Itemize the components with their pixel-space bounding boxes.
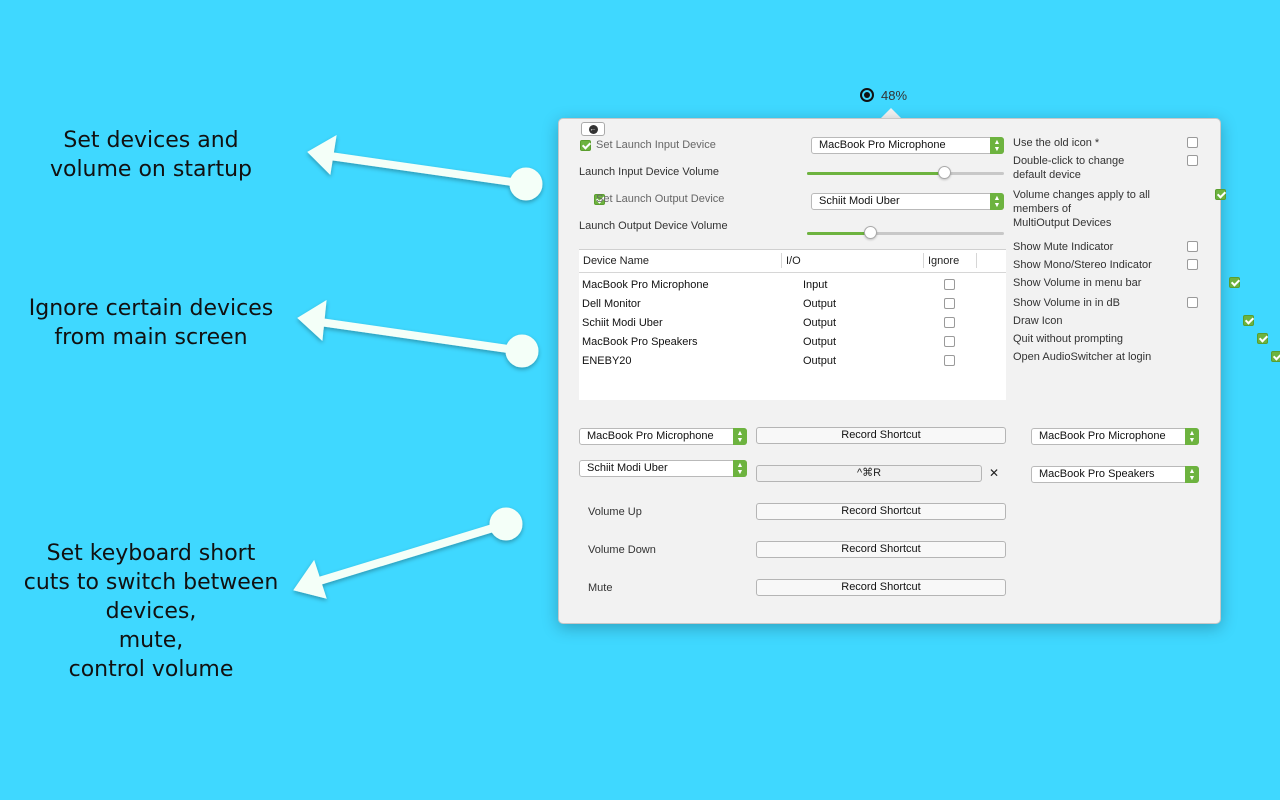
- option-volume-menubar-label: Show Volume in menu bar: [1013, 277, 1142, 289]
- option-open-at-login-label: Open AudioSwitcher at login: [1013, 351, 1152, 363]
- column-separator: [923, 253, 924, 268]
- arrow-ignore: [297, 300, 539, 368]
- slider-fill: [807, 172, 945, 175]
- device-table-header: Device Name I/O Ignore: [579, 250, 1006, 273]
- slider-knob[interactable]: [938, 166, 952, 179]
- option-quit-without-prompting-checkbox[interactable]: [1257, 333, 1269, 344]
- launch-input-volume-label: Launch Input Device Volume: [579, 166, 720, 178]
- launch-output-volume-label: Launch Output Device Volume: [579, 220, 728, 232]
- shortcut-1-record-button[interactable]: Record Shortcut: [756, 427, 1006, 444]
- volume-up-label: Volume Up: [588, 506, 642, 518]
- device-io: Output: [803, 336, 837, 348]
- option-mono-stereo-label: Show Mono/Stereo Indicator: [1013, 259, 1152, 271]
- shortcut-1-device-value: MacBook Pro Microphone: [587, 430, 714, 442]
- clear-shortcut-icon[interactable]: ✕: [989, 466, 999, 480]
- table-row[interactable]: ENEBY20 Output: [579, 351, 1006, 370]
- volume-up-record-button[interactable]: Record Shortcut: [756, 503, 1006, 520]
- device-name: Dell Monitor: [582, 298, 641, 310]
- device-name: Schiit Modi Uber: [582, 317, 663, 329]
- column-header-io[interactable]: I/O: [786, 255, 801, 267]
- ignore-checkbox[interactable]: [944, 279, 955, 290]
- column-header-device-name[interactable]: Device Name: [583, 255, 649, 267]
- ignore-checkbox[interactable]: [944, 317, 955, 328]
- launch-output-device-value: Schiit Modi Uber: [819, 195, 900, 207]
- option-volume-multioutput-checkbox[interactable]: [1215, 189, 1227, 200]
- mute-label: Mute: [588, 582, 613, 594]
- shortcut-2-recorded-field[interactable]: ^⌘R: [756, 465, 982, 482]
- ignore-checkbox[interactable]: [944, 336, 955, 347]
- device-io: Output: [803, 317, 837, 329]
- column-separator: [781, 253, 782, 268]
- chevron-updown-icon: ▲ ▼: [990, 137, 1004, 154]
- shortcut-2-target-value: MacBook Pro Speakers: [1039, 468, 1155, 480]
- menubar-volume-text: 48%: [881, 87, 908, 103]
- mute-record-button[interactable]: Record Shortcut: [756, 579, 1006, 596]
- option-volume-db-label: Show Volume in in dB: [1013, 297, 1121, 309]
- shortcut-2-device-value: Schiit Modi Uber: [587, 462, 668, 474]
- column-separator: [976, 253, 977, 268]
- option-volume-multioutput-label: Volume changes apply to all members of M…: [1013, 189, 1150, 229]
- menubar-status-item[interactable]: 48%: [860, 86, 907, 104]
- chevron-updown-icon: ▲ ▼: [1185, 466, 1199, 483]
- device-io: Output: [803, 355, 837, 367]
- table-row[interactable]: Dell Monitor Output: [579, 294, 1006, 313]
- shortcut-1-device-select[interactable]: MacBook Pro Microphone ▲ ▼: [579, 428, 747, 445]
- ignore-checkbox[interactable]: [944, 355, 955, 366]
- device-name: MacBook Pro Speakers: [582, 336, 698, 348]
- shortcut-1-target-value: MacBook Pro Microphone: [1039, 430, 1166, 442]
- launch-input-device-value: MacBook Pro Microphone: [819, 139, 946, 151]
- audioswitcher-menubar-icon: [860, 88, 874, 102]
- chevron-updown-icon: ▲ ▼: [733, 428, 747, 445]
- option-draw-icon-checkbox[interactable]: [1243, 315, 1255, 326]
- option-volume-menubar-checkbox[interactable]: [1229, 277, 1241, 288]
- slider-knob[interactable]: [863, 226, 877, 239]
- device-name: ENEBY20: [582, 355, 632, 367]
- set-launch-output-label: Set Launch Output Device: [596, 193, 725, 205]
- ignore-checkbox[interactable]: [944, 298, 955, 309]
- launch-output-volume-slider[interactable]: [807, 226, 1004, 239]
- launch-output-device-select[interactable]: Schiit Modi Uber ▲ ▼: [811, 193, 1004, 210]
- arrow-shortcuts: [293, 507, 523, 599]
- back-button[interactable]: ←: [581, 122, 605, 136]
- option-old-icon-checkbox[interactable]: [1187, 137, 1198, 148]
- option-old-icon-label: Use the old icon *: [1013, 137, 1100, 149]
- set-launch-input-checkbox[interactable]: [580, 140, 591, 151]
- option-double-click-label: Double-click to change default device: [1013, 155, 1125, 181]
- table-row[interactable]: MacBook Pro Microphone Input: [579, 275, 1006, 294]
- table-row[interactable]: Schiit Modi Uber Output: [579, 313, 1006, 332]
- volume-down-label: Volume Down: [588, 544, 656, 556]
- option-quit-without-prompting-label: Quit without prompting: [1013, 333, 1124, 345]
- shortcut-1-target-select[interactable]: MacBook Pro Microphone ▲ ▼: [1031, 428, 1199, 445]
- device-io: Output: [803, 298, 837, 310]
- set-launch-input-label: Set Launch Input Device: [596, 139, 716, 151]
- arrow-startup: [307, 135, 543, 201]
- column-header-ignore[interactable]: Ignore: [928, 255, 959, 267]
- launch-input-device-select[interactable]: MacBook Pro Microphone ▲ ▼: [811, 137, 1004, 154]
- shortcut-2-target-select[interactable]: MacBook Pro Speakers ▲ ▼: [1031, 466, 1199, 483]
- table-row[interactable]: MacBook Pro Speakers Output: [579, 332, 1006, 351]
- slider-fill: [807, 232, 871, 235]
- chevron-updown-icon: ▲ ▼: [990, 193, 1004, 210]
- device-table: Device Name I/O Ignore MacBook Pro Micro…: [579, 249, 1006, 400]
- option-double-click-checkbox[interactable]: [1187, 155, 1198, 166]
- launch-input-volume-slider[interactable]: [807, 166, 1004, 179]
- option-mute-indicator-label: Show Mute Indicator: [1013, 241, 1114, 253]
- back-arrow-icon: ←: [588, 124, 598, 134]
- volume-down-record-button[interactable]: Record Shortcut: [756, 541, 1006, 558]
- shortcut-2-device-select[interactable]: Schiit Modi Uber ▲ ▼: [579, 460, 747, 477]
- option-draw-icon-label: Draw Icon: [1013, 315, 1063, 327]
- option-volume-db-checkbox[interactable]: [1187, 297, 1198, 308]
- chevron-updown-icon: ▲ ▼: [733, 460, 747, 477]
- device-io: Input: [803, 279, 828, 291]
- preferences-popover: ← Set Launch Input Device MacBook Pro Mi…: [558, 118, 1280, 624]
- chevron-updown-icon: ▲ ▼: [1185, 428, 1199, 445]
- option-open-at-login-checkbox[interactable]: [1271, 351, 1280, 362]
- device-name: MacBook Pro Microphone: [582, 279, 709, 291]
- option-mono-stereo-checkbox[interactable]: [1187, 259, 1198, 270]
- option-mute-indicator-checkbox[interactable]: [1187, 241, 1198, 252]
